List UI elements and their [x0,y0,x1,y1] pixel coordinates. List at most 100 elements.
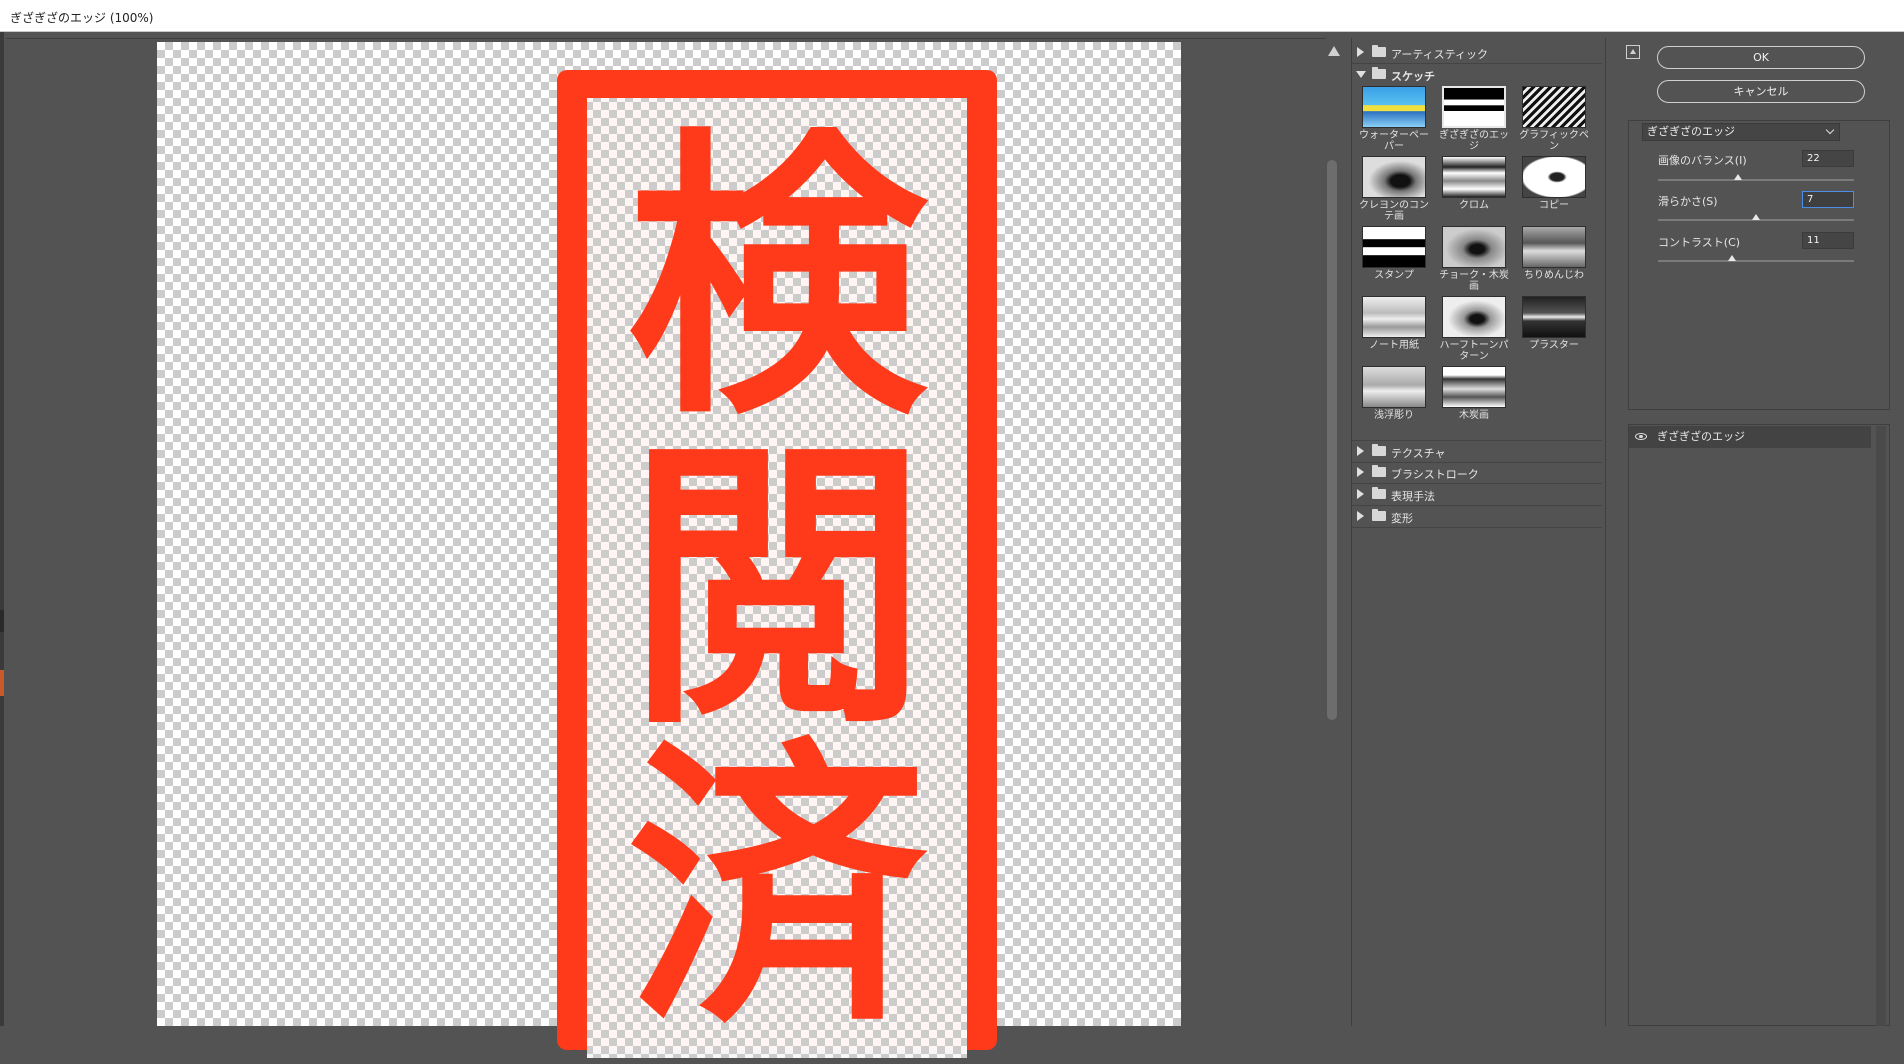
filter-chrome[interactable]: クロム [1436,156,1512,226]
category-artistic[interactable]: アーティスティック [1352,42,1602,64]
category-label: アーティスティック [1391,48,1489,61]
category-label: ブラシストローク [1391,468,1479,481]
filter-graphic-pen[interactable]: グラフィックペン [1516,86,1592,156]
watercolor-paper-thumbnail [1362,86,1426,128]
filter-label: クレヨンのコンテ画 [1359,200,1429,222]
filter-label: ウォーターペーパー [1359,130,1429,152]
slider-thumb-balance[interactable] [1734,174,1743,180]
effect-layer-row[interactable]: ぎざぎざのエッジ [1629,426,1871,448]
charcoal-thumbnail [1442,366,1506,408]
filter-label: ちりめんじわ [1524,270,1584,281]
filter-select[interactable]: ぎざぎざのエッジ [1642,123,1840,141]
conte-crayon-thumbnail [1362,156,1426,198]
cancel-button[interactable]: キャンセル [1657,80,1865,103]
window-title: ぎざぎざのエッジ (100%) [10,11,154,25]
category-label: 表現手法 [1391,490,1435,503]
filter-note-paper[interactable]: ノート用紙 [1356,296,1432,366]
filter-chalk-charcoal[interactable]: チョーク・木炭画 [1436,226,1512,296]
folder-icon [1372,509,1386,521]
torn-edges-thumbnail [1442,86,1506,128]
expand-right-icon [1357,511,1364,521]
layers-scrollbar[interactable] [1876,426,1886,1026]
category-sketch[interactable]: スケッチ [1352,64,1602,85]
filter-label: グラフィックペン [1519,130,1589,152]
filter-bas-relief[interactable]: 浅浮彫り [1356,366,1432,436]
left-edge-strip [0,32,4,1026]
graphic-pen-thumbnail [1522,86,1586,128]
category-distort[interactable]: 変形 [1352,506,1602,528]
filter-photocopy[interactable]: コピー [1516,156,1592,226]
settings-panel: OK キャンセル ぎざぎざのエッジ 画像のバランス(I) 22 滑らかさ(S) … [1612,38,1904,1026]
ok-button[interactable]: OK [1657,46,1865,69]
note-paper-thumbnail [1362,296,1426,338]
category-label: スケッチ [1391,70,1435,83]
title-bar: ぎざぎざのエッジ (100%) [0,0,1904,32]
slider-balance[interactable] [1658,179,1854,181]
param-input-smoothness[interactable]: 7 [1802,191,1854,208]
param-label-balance: 画像のバランス(I) [1658,154,1747,167]
effect-layers-box [1628,424,1890,1026]
param-input-contrast[interactable]: 11 [1802,232,1854,249]
folder-icon [1372,45,1386,57]
slider-thumb-contrast[interactable] [1728,255,1737,261]
chevron-down-icon [1825,125,1835,135]
filter-label: ノート用紙 [1369,340,1419,351]
filter-conte-crayon[interactable]: クレヨンのコンテ画 [1356,156,1432,226]
filter-label: 浅浮彫り [1374,410,1414,421]
filter-reticulation[interactable]: ちりめんじわ [1516,226,1592,296]
filter-label: 木炭画 [1459,410,1489,421]
stamp-char-1: 検 [627,105,927,454]
filter-label: コピー [1539,200,1569,211]
folder-icon [1372,465,1386,477]
halftone-pattern-thumbnail [1442,296,1506,338]
param-input-balance[interactable]: 22 [1802,150,1854,167]
param-label-contrast: コントラスト(C) [1658,236,1741,249]
category-stylize[interactable]: 表現手法 [1352,484,1602,506]
slider-thumb-smoothness[interactable] [1752,214,1760,220]
filter-label: ハーフトーンパターン [1439,340,1509,362]
photocopy-thumbnail [1522,156,1586,198]
folder-icon [1372,444,1386,456]
preview-scroll-thumb[interactable] [1327,160,1337,720]
stamp-thumbnail [1362,226,1426,268]
filter-select-value: ぎざぎざのエッジ [1647,125,1735,138]
expand-right-icon [1357,467,1364,477]
filter-watercolor-paper[interactable]: ウォーターペーパー [1356,86,1432,156]
chrome-thumbnail [1442,156,1506,198]
eye-icon[interactable] [1635,433,1647,440]
expand-right-icon [1357,47,1364,57]
category-label: テクスチャ [1391,447,1446,460]
filter-label: ぎざぎざのエッジ [1439,130,1509,152]
filter-plaster[interactable]: プラスター [1516,296,1592,366]
plaster-thumbnail [1522,296,1586,338]
effect-layer-label: ぎざぎざのエッジ [1657,430,1745,443]
folder-icon [1372,487,1386,499]
filter-charcoal[interactable]: 木炭画 [1436,366,1512,436]
filter-label: チョーク・木炭画 [1439,270,1509,292]
left-edge-color-marker [0,670,4,696]
filter-halftone-pattern[interactable]: ハーフトーンパターン [1436,296,1512,366]
expand-right-icon [1357,489,1364,499]
bas-relief-thumbnail [1362,366,1426,408]
filter-label: プラスター [1529,340,1579,351]
scroll-up-arrow-icon[interactable] [1328,46,1340,56]
filter-torn-edges[interactable]: ぎざぎざのエッジ [1436,86,1512,156]
param-label-smoothness: 滑らかさ(S) [1658,195,1718,208]
collapse-gallery-icon[interactable] [1626,45,1640,59]
expand-right-icon [1357,446,1364,456]
filter-stamp[interactable]: スタンプ [1356,226,1432,296]
reticulation-thumbnail [1522,226,1586,268]
expand-down-icon [1356,71,1366,78]
stamp-char-2: 閲 [627,415,927,764]
left-edge-marker [0,610,4,632]
filter-label: クロム [1459,200,1489,211]
category-brush-strokes[interactable]: ブラシストローク [1352,462,1602,484]
category-label: 変形 [1391,512,1413,525]
filter-label: スタンプ [1374,270,1414,281]
folder-icon [1372,67,1386,79]
chalk-charcoal-thumbnail [1442,226,1506,268]
category-texture[interactable]: テクスチャ [1352,440,1602,463]
stamp-char-3: 済 [627,715,927,1064]
filter-gallery: アーティスティック スケッチ ウォーターペーパー ぎざぎざのエッジ グラフィック… [1351,38,1606,1026]
slider-contrast[interactable] [1658,260,1854,262]
